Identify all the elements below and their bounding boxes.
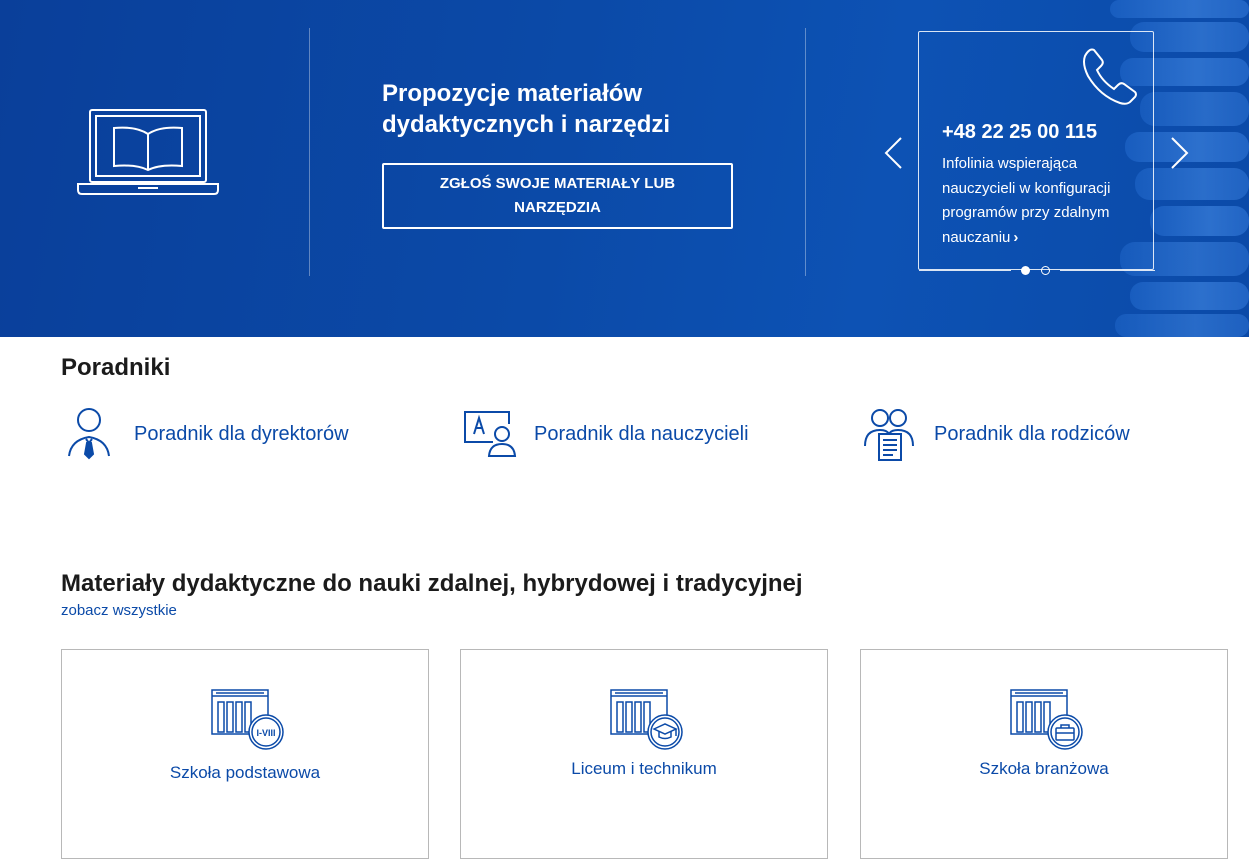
laptop-book-icon: [77, 109, 219, 195]
teacher-board-icon: [464, 411, 517, 457]
helpline-description-text: Infolinia wspierająca nauczycieli w konf…: [942, 155, 1111, 246]
helpline-card[interactable]: +48 22 25 00 115 Infolinia wspierająca n…: [918, 31, 1155, 275]
carousel-pagination: [919, 265, 1155, 277]
phone-icon: [1083, 48, 1137, 105]
card-primary-school-label: Szkoła podstawowa: [169, 763, 321, 782]
guide-teachers[interactable]: Poradnik dla nauczycieli: [461, 406, 749, 462]
carousel-next-icon[interactable]: [1168, 136, 1190, 170]
helpline-description[interactable]: Infolinia wspierająca nauczycieli w konf…: [942, 152, 1142, 250]
parents-document-icon: [864, 409, 914, 461]
card-high-school[interactable]: Liceum i technikum: [460, 649, 828, 859]
school-graduation-cap-icon: [610, 689, 683, 750]
helpline-phone[interactable]: +48 22 25 00 115: [942, 121, 1097, 144]
guide-parents-label: Poradnik dla rodziców: [934, 422, 1130, 445]
guide-teachers-label: Poradnik dla nauczycieli: [534, 422, 749, 445]
submit-materials-button[interactable]: ZGŁOŚ SWOJE MATERIAŁY LUB NARZĘDZIA: [382, 163, 733, 229]
hero-banner: Propozycje materiałów dydaktycznych i na…: [0, 0, 1249, 337]
hero-divider-right: [805, 28, 806, 276]
guide-directors-label: Poradnik dla dyrektorów: [134, 422, 349, 445]
card-primary-school[interactable]: I-VIII Szkoła podstawowa: [61, 649, 429, 859]
card-high-school-label: Liceum i technikum: [571, 759, 717, 778]
chevron-right-icon: ›: [1013, 228, 1019, 246]
carousel-dot-2[interactable]: [1041, 266, 1050, 275]
materials-section-title: Materiały dydaktyczne do nauki zdalnej, …: [61, 570, 803, 597]
director-icon: [68, 408, 110, 460]
carousel-prev-icon[interactable]: [883, 136, 905, 170]
see-all-link[interactable]: zobacz wszystkie: [61, 602, 177, 619]
pagination-line-right: [1060, 270, 1155, 271]
hero-divider-left: [309, 28, 310, 276]
guide-directors[interactable]: Poradnik dla dyrektorów: [61, 406, 349, 462]
hero-title: Propozycje materiałów dydaktycznych i na…: [382, 80, 671, 138]
school-primary-icon: I-VIII: [211, 689, 284, 750]
grade-badge: I-VIII: [256, 728, 275, 738]
card-vocational-school-label: Szkoła branżowa: [979, 759, 1109, 778]
guides-section-title: Poradniki: [61, 354, 171, 381]
carousel-dot-1[interactable]: [1021, 266, 1030, 275]
card-vocational-school[interactable]: Szkoła branżowa: [860, 649, 1228, 859]
pagination-line-left: [919, 270, 1011, 271]
guide-parents[interactable]: Poradnik dla rodziców: [861, 406, 1130, 462]
school-briefcase-icon: [1010, 689, 1083, 750]
